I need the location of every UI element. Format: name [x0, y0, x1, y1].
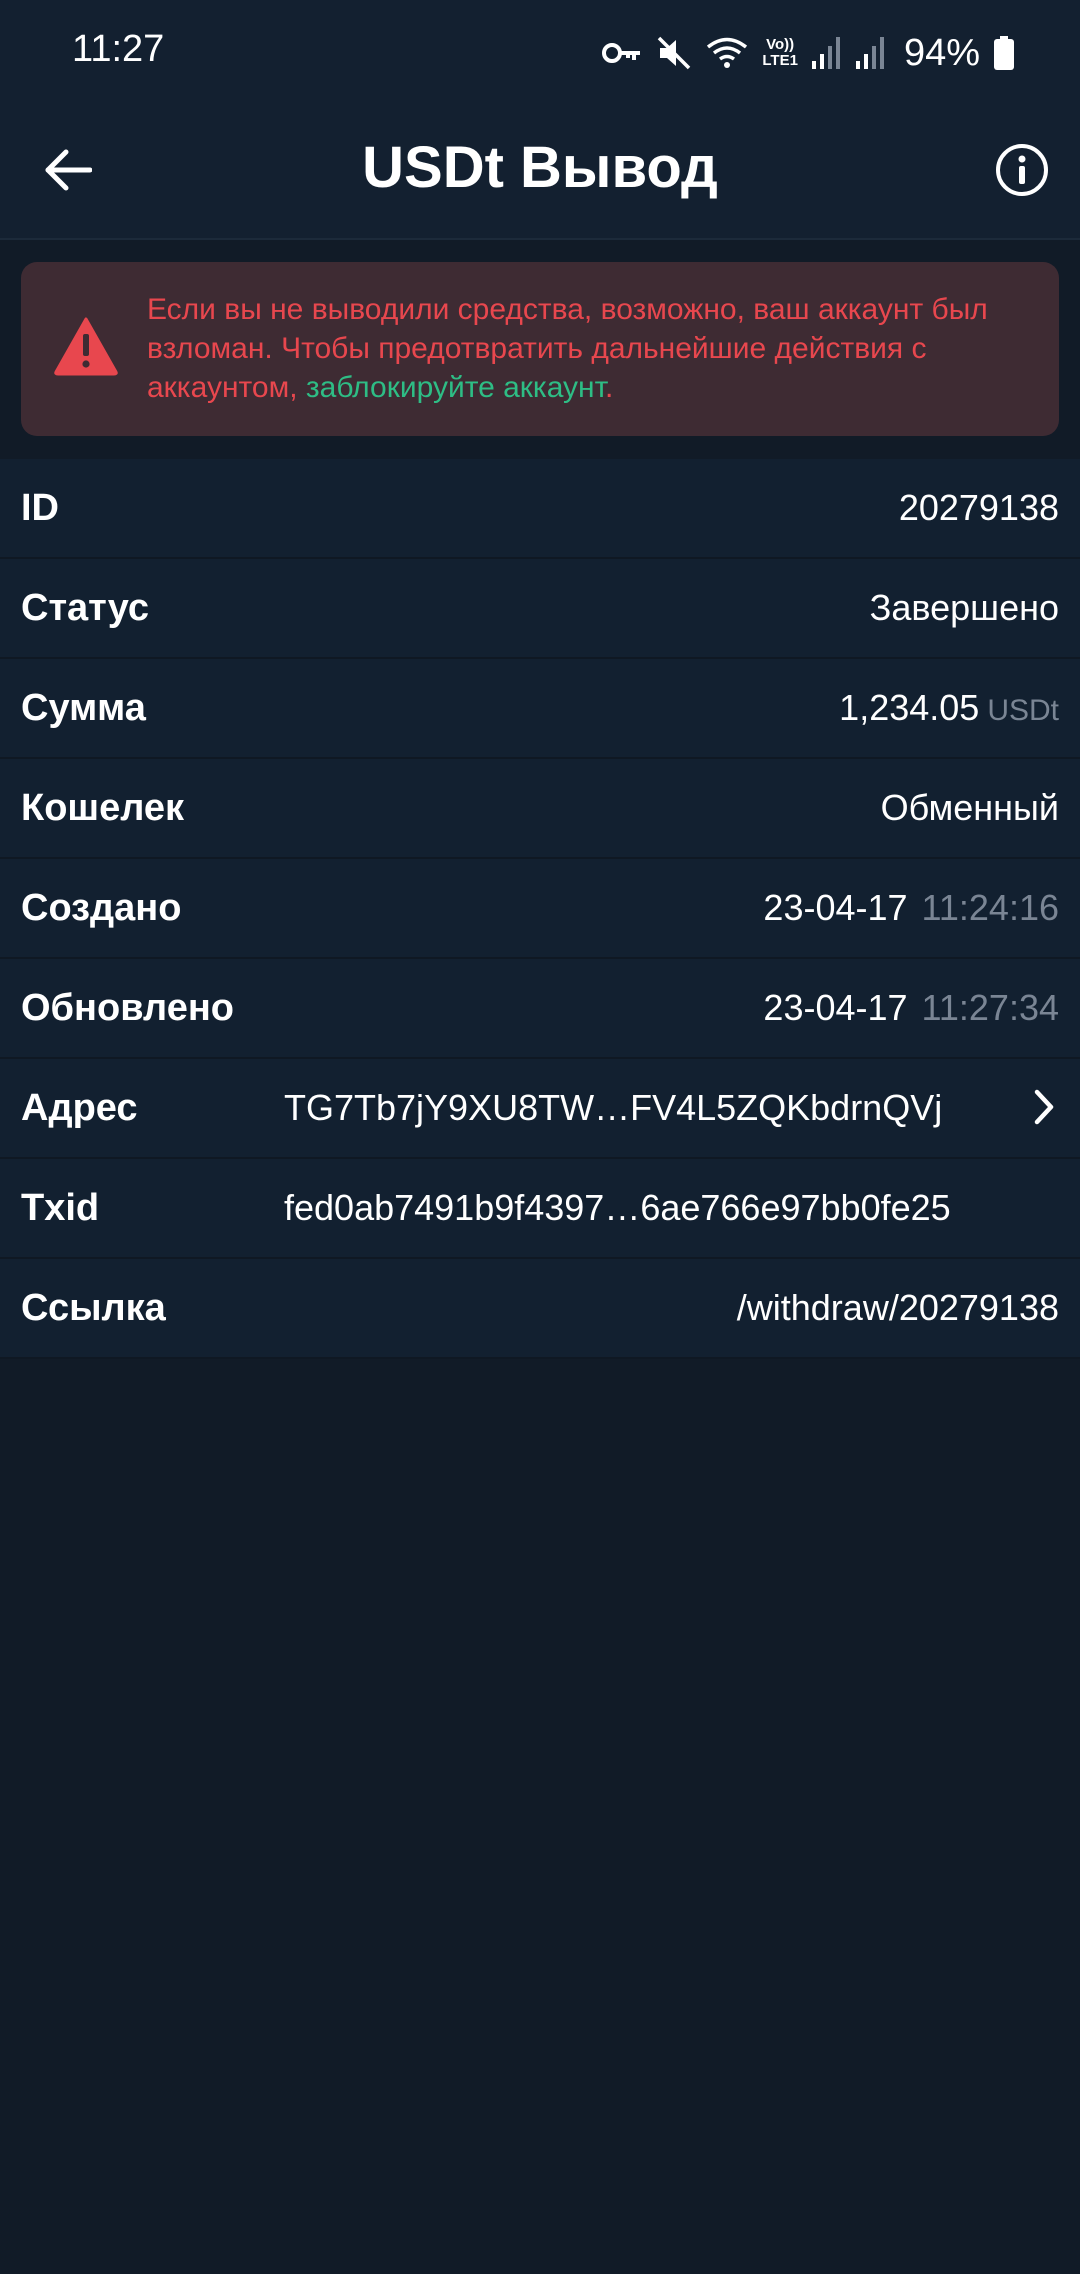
- wallet-label: Кошелек: [21, 787, 185, 829]
- status-time: 11:27: [72, 28, 165, 70]
- battery-icon: [994, 36, 1014, 70]
- updated-date: 23-04-17: [763, 987, 908, 1028]
- status-bar: 11:27 Vo)) LTE1 94%: [0, 0, 1080, 104]
- detail-row-updated: Обновлено 23-04-17 11:27:34: [0, 959, 1080, 1059]
- detail-row-wallet: Кошелек Обменный: [0, 759, 1080, 859]
- address-value: TG7Tb7jY9XU8TW…FV4L5ZQKbdrnQVj: [284, 1087, 943, 1128]
- status-label: Статус: [21, 587, 150, 629]
- created-value: 23-04-17 11:24:16: [763, 859, 1059, 957]
- updated-label: Обновлено: [21, 987, 234, 1029]
- amount-value: 1,234.05: [839, 687, 980, 728]
- battery-percent: 94%: [903, 31, 980, 74]
- id-label: ID: [21, 487, 59, 529]
- page-title: USDt Вывод: [362, 135, 718, 200]
- updated-time: 11:27:34: [921, 987, 1059, 1028]
- status-icons: Vo)) LTE1 94%: [602, 28, 1014, 78]
- amount-unit: USDt: [987, 694, 1059, 727]
- network-type: Vo)) LTE1: [762, 37, 798, 69]
- wallet-value: Обменный: [880, 787, 1059, 828]
- info-button[interactable]: [990, 138, 1054, 202]
- detail-row-address[interactable]: Адрес TG7Tb7jY9XU8TW…FV4L5ZQKbdrnQVj: [0, 1059, 1080, 1159]
- detail-row-id: ID 20279138: [0, 459, 1080, 559]
- wifi-icon: [706, 36, 748, 70]
- updated-value: 23-04-17 11:27:34: [763, 959, 1059, 1057]
- lte-label: LTE1: [762, 52, 798, 69]
- detail-row-txid[interactable]: Txid fed0ab7491b9f4397…6ae766e97bb0fe25: [0, 1159, 1080, 1259]
- key-icon: [602, 41, 642, 65]
- detail-row-link[interactable]: Ссылка /withdraw/20279138: [0, 1259, 1080, 1359]
- mute-icon: [656, 35, 692, 71]
- block-account-link[interactable]: заблокируйте аккаунт: [306, 371, 605, 404]
- detail-row-amount: Сумма 1,234.05 USDt: [0, 659, 1080, 759]
- id-value: 20279138: [898, 487, 1059, 528]
- link-value: /withdraw/20279138: [736, 1287, 1059, 1328]
- security-alert: Если вы не выводили средства, возможно, …: [21, 262, 1059, 436]
- address-label: Адрес: [21, 1087, 138, 1129]
- txid-value: fed0ab7491b9f4397…6ae766e97bb0fe25: [284, 1187, 951, 1228]
- alert-suffix: .: [605, 371, 614, 404]
- volte-label: Vo)): [766, 36, 795, 53]
- alert-message: Если вы не выводили средства, возможно, …: [147, 290, 1047, 407]
- amount-value-wrap: 1,234.05 USDt: [839, 659, 1059, 760]
- signal-icon: [811, 37, 842, 69]
- chevron-right-icon[interactable]: [1032, 1087, 1056, 1132]
- warning-icon: [53, 316, 119, 381]
- detail-row-status: Статус Завершено: [0, 559, 1080, 659]
- app-bar: USDt Вывод: [0, 104, 1080, 240]
- created-date: 23-04-17: [763, 887, 908, 928]
- txid-label: Txid: [21, 1187, 100, 1229]
- info-icon: [996, 144, 1048, 196]
- amount-label: Сумма: [21, 687, 146, 729]
- status-value: Завершено: [869, 587, 1059, 628]
- created-label: Создано: [21, 887, 182, 929]
- detail-row-created: Создано 23-04-17 11:24:16: [0, 859, 1080, 959]
- signal-icon-2: [855, 37, 886, 69]
- withdrawal-details: ID 20279138 Статус Завершено Сумма 1,234…: [0, 459, 1080, 1359]
- created-time: 11:24:16: [921, 887, 1059, 928]
- link-label: Ссылка: [21, 1287, 166, 1329]
